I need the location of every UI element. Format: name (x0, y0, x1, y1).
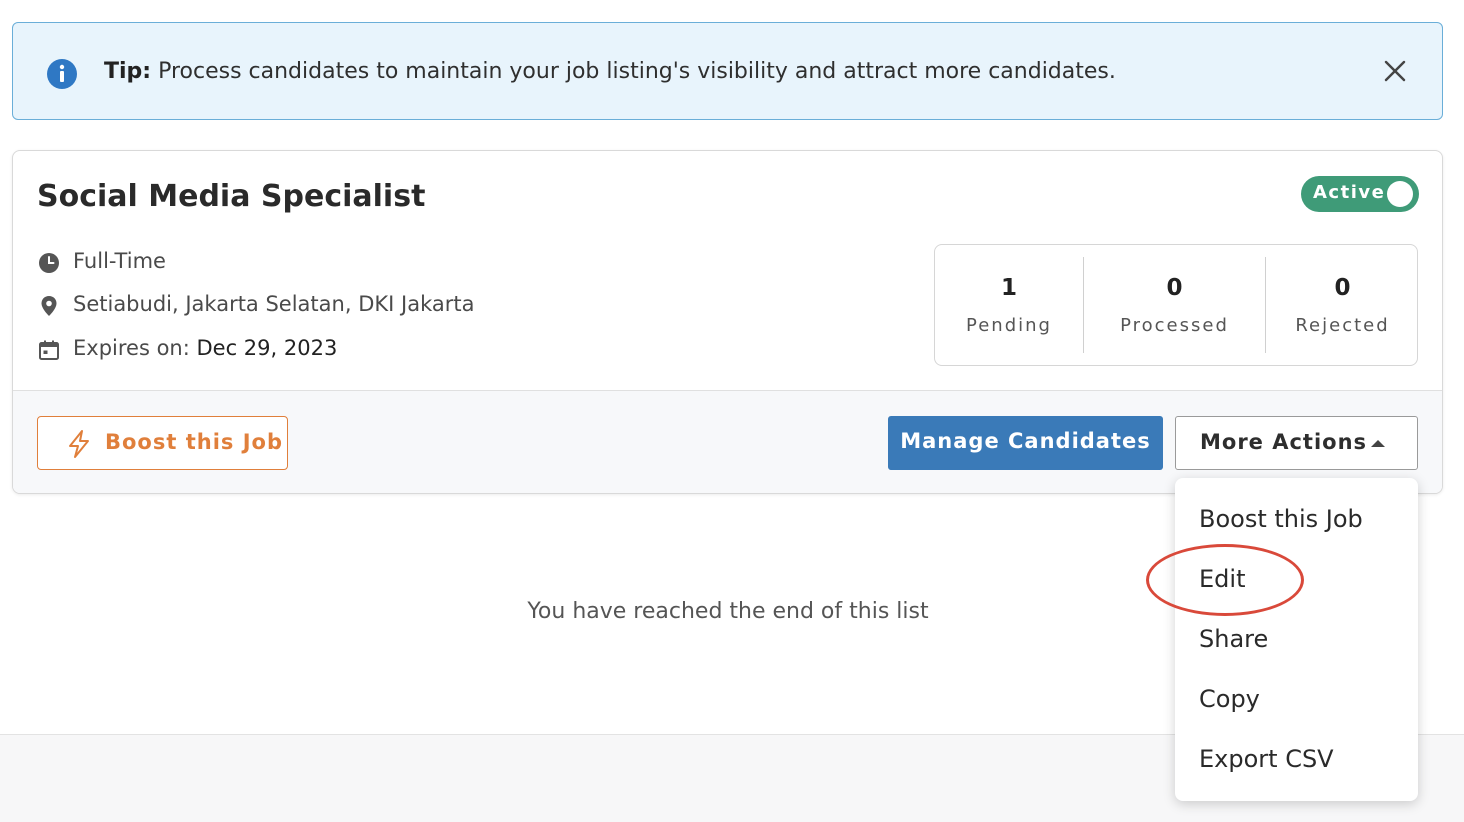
expiry-date: Dec 29, 2023 (196, 336, 338, 360)
stat-value: 0 (1334, 275, 1351, 301)
employment-type-text: Full-Time (73, 249, 166, 273)
menu-item-edit[interactable]: Edit (1175, 550, 1418, 610)
menu-item-label: Export CSV (1199, 745, 1334, 773)
tip-message: Process candidates to maintain your job … (151, 59, 1116, 84)
menu-item-label: Boost this Job (1199, 505, 1363, 533)
location-pin-icon (41, 296, 57, 316)
toggle-knob (1387, 181, 1413, 207)
menu-item-share[interactable]: Share (1175, 610, 1418, 670)
menu-item-export-csv[interactable]: Export CSV (1175, 730, 1418, 790)
job-title: Social Media Specialist (37, 179, 426, 214)
menu-item-boost[interactable]: Boost this Job (1175, 490, 1418, 550)
more-actions-label: More Actions (1200, 430, 1368, 454)
tip-label: Tip: (104, 59, 152, 84)
tip-banner: Tip: Process candidates to maintain your… (12, 22, 1443, 120)
stat-label: Pending (966, 315, 1052, 336)
tip-text: Tip: Process candidates to maintain your… (104, 57, 1116, 87)
candidate-stats: 1 Pending 0 Processed 0 Rejected (934, 244, 1418, 366)
status-label: Active (1313, 182, 1386, 203)
manage-candidates-label: Manage Candidates (900, 429, 1151, 453)
menu-item-label: Edit (1199, 565, 1246, 593)
boost-job-label: Boost this Job (105, 430, 283, 454)
job-card: Social Media Specialist Active Full-Time… (12, 150, 1443, 494)
stat-processed: 0 Processed (1084, 245, 1265, 367)
lightning-bolt-icon (69, 430, 89, 458)
stat-value: 1 (1000, 275, 1017, 301)
stat-rejected: 0 Rejected (1266, 245, 1419, 367)
menu-item-copy[interactable]: Copy (1175, 670, 1418, 730)
stat-label: Processed (1120, 315, 1229, 336)
menu-item-label: Share (1199, 625, 1269, 653)
status-toggle[interactable]: Active (1301, 176, 1419, 212)
clock-icon (39, 253, 59, 273)
manage-candidates-button[interactable]: Manage Candidates (888, 416, 1163, 470)
menu-item-label: Copy (1199, 685, 1260, 713)
stat-value: 0 (1166, 275, 1183, 301)
close-icon[interactable] (1381, 57, 1409, 85)
more-actions-button[interactable]: More Actions (1175, 416, 1418, 470)
job-location-text: Setiabudi, Jakarta Selatan, DKI Jakarta (73, 292, 475, 316)
stat-pending: 1 Pending (935, 245, 1083, 367)
info-icon (47, 59, 77, 89)
caret-up-icon (1371, 440, 1385, 447)
stat-label: Rejected (1295, 315, 1390, 336)
calendar-icon (39, 340, 59, 360)
expiry-label: Expires on: (73, 336, 190, 360)
boost-job-button[interactable]: Boost this Job (37, 416, 288, 470)
more-actions-menu: Boost this Job Edit Share Copy Export CS… (1175, 478, 1418, 801)
